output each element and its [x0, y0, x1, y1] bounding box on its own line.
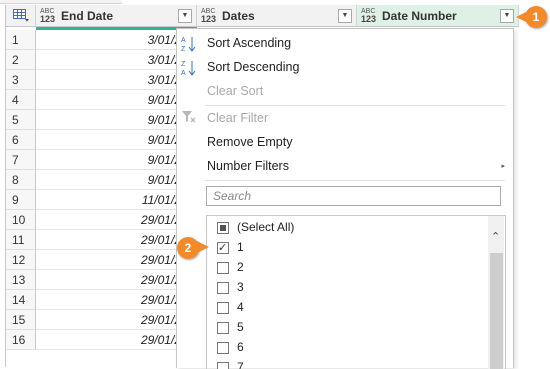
filter-dropdown-menu: AZ Sort Ascending ZA Sort Descending Cle…	[176, 28, 514, 369]
row-number[interactable]: 9	[6, 190, 36, 210]
type-icon-bottom: 123	[40, 14, 56, 24]
callout-pointer	[197, 241, 209, 253]
menu-separator	[205, 180, 505, 181]
end-date-cell[interactable]: 3/01/2	[36, 30, 197, 50]
search-input[interactable]: Search	[206, 186, 501, 206]
end-date-cell[interactable]: 29/01/2	[36, 270, 197, 290]
end-date-cell[interactable]: 9/01/2	[36, 90, 197, 110]
tab-strip-segment	[0, 0, 122, 4]
filter-dropdown-button[interactable]: ▼	[338, 9, 352, 23]
end-date-cell[interactable]: 29/01/2	[36, 330, 197, 350]
row-number[interactable]: 1	[6, 30, 36, 50]
end-date-cell[interactable]: 3/01/2	[36, 50, 197, 70]
end-date-cell[interactable]: 29/01/2	[36, 290, 197, 310]
scrollbar-thumb[interactable]	[490, 253, 503, 369]
table-icon[interactable]	[13, 9, 29, 22]
row-number[interactable]: 4	[6, 90, 36, 110]
checkbox[interactable]	[217, 239, 229, 257]
column-name: End Date	[61, 9, 114, 23]
any-type-icon[interactable]: ABC 123	[40, 8, 58, 24]
row-number[interactable]: 12	[6, 250, 36, 270]
column-header-end-date[interactable]: ABC 123 End Date ▼	[36, 5, 197, 27]
type-icon-bottom: 123	[201, 14, 217, 24]
row-number[interactable]: 11	[6, 230, 36, 250]
sort-ascending-icon: AZ	[181, 35, 197, 53]
filter-value-label: 7	[237, 360, 244, 369]
end-date-cell[interactable]: 3/01/2	[36, 70, 197, 90]
sort-descending-icon: ZA	[181, 59, 197, 77]
row-number[interactable]: 8	[6, 170, 36, 190]
filter-value-label: 3	[237, 280, 244, 294]
end-date-cell[interactable]: 9/01/2	[36, 170, 197, 190]
filter-values-list: (Select All) 1 2 3 4 5 6 7 ⌃	[206, 215, 506, 369]
filter-value-label: 2	[237, 260, 244, 274]
row-number[interactable]: 6	[6, 130, 36, 150]
submenu-arrow-icon: ▸	[501, 163, 505, 170]
scrollbar[interactable]: ⌃	[488, 216, 504, 369]
checkbox[interactable]	[217, 262, 229, 274]
filter-value-label: 1	[237, 240, 244, 254]
row-number[interactable]: 7	[6, 150, 36, 170]
row-number[interactable]: 13	[6, 270, 36, 290]
clear-filter-icon	[181, 109, 197, 125]
filter-dropdown-button[interactable]: ▼	[500, 9, 514, 23]
row-number[interactable]: 2	[6, 50, 36, 70]
end-date-cell[interactable]: 11/01/2	[36, 190, 197, 210]
checkbox[interactable]	[217, 342, 229, 354]
menu-separator	[205, 105, 505, 106]
end-date-cell[interactable]: 9/01/2	[36, 110, 197, 130]
end-date-cell[interactable]: 29/01/2	[36, 210, 197, 230]
callout-badge-1: 1	[525, 6, 547, 28]
svg-text:Z: Z	[181, 46, 186, 53]
column-header-date-number[interactable]: ABC 123 Date Number ▼	[357, 5, 519, 27]
row-number[interactable]: 15	[6, 310, 36, 330]
checkbox[interactable]	[217, 222, 229, 234]
row-number[interactable]: 3	[6, 70, 36, 90]
filter-value-label: 4	[237, 300, 244, 314]
checkbox[interactable]	[217, 362, 229, 369]
end-date-cell[interactable]: 29/01/2	[36, 310, 197, 330]
row-number[interactable]: 16	[6, 330, 36, 350]
sort-ascending-item[interactable]: Sort Ascending	[207, 36, 291, 50]
filter-value-label: 6	[237, 340, 244, 354]
callout-pointer	[516, 12, 526, 22]
any-type-icon[interactable]: ABC 123	[361, 8, 379, 24]
clear-sort-item: Clear Sort	[207, 84, 264, 98]
row-number[interactable]: 5	[6, 110, 36, 130]
scroll-up-arrow-icon[interactable]: ⌃	[491, 230, 500, 243]
checkbox[interactable]	[217, 322, 229, 334]
column-name: Date Number	[382, 9, 457, 23]
end-date-cell[interactable]: 9/01/2	[36, 150, 197, 170]
svg-text:Z: Z	[181, 61, 186, 68]
sort-descending-item[interactable]: Sort Descending	[207, 60, 299, 74]
filter-value-label: (Select All)	[237, 220, 295, 234]
column-name: Dates	[222, 9, 255, 23]
number-filters-item[interactable]: Number Filters	[207, 159, 289, 173]
table-menu-corner[interactable]	[6, 5, 36, 27]
row-number[interactable]: 14	[6, 290, 36, 310]
checkbox[interactable]	[217, 302, 229, 314]
end-date-cell[interactable]: 29/01/2	[36, 230, 197, 250]
column-header-dates[interactable]: ABC 123 Dates ▼	[197, 5, 357, 27]
checkbox[interactable]	[217, 282, 229, 294]
svg-text:A: A	[181, 70, 186, 77]
filter-value-label: 5	[237, 320, 244, 334]
filter-dropdown-button[interactable]: ▼	[178, 9, 192, 23]
any-type-icon[interactable]: ABC 123	[201, 8, 219, 24]
clear-filter-item: Clear Filter	[207, 111, 269, 125]
svg-text:A: A	[181, 37, 186, 44]
callout-badge-2: 2	[177, 237, 199, 259]
end-date-cell[interactable]: 9/01/2	[36, 130, 197, 150]
row-number[interactable]: 10	[6, 210, 36, 230]
remove-empty-item[interactable]: Remove Empty	[207, 135, 292, 149]
end-date-cell[interactable]: 29/01/2	[36, 250, 197, 270]
type-icon-bottom: 123	[361, 14, 377, 24]
